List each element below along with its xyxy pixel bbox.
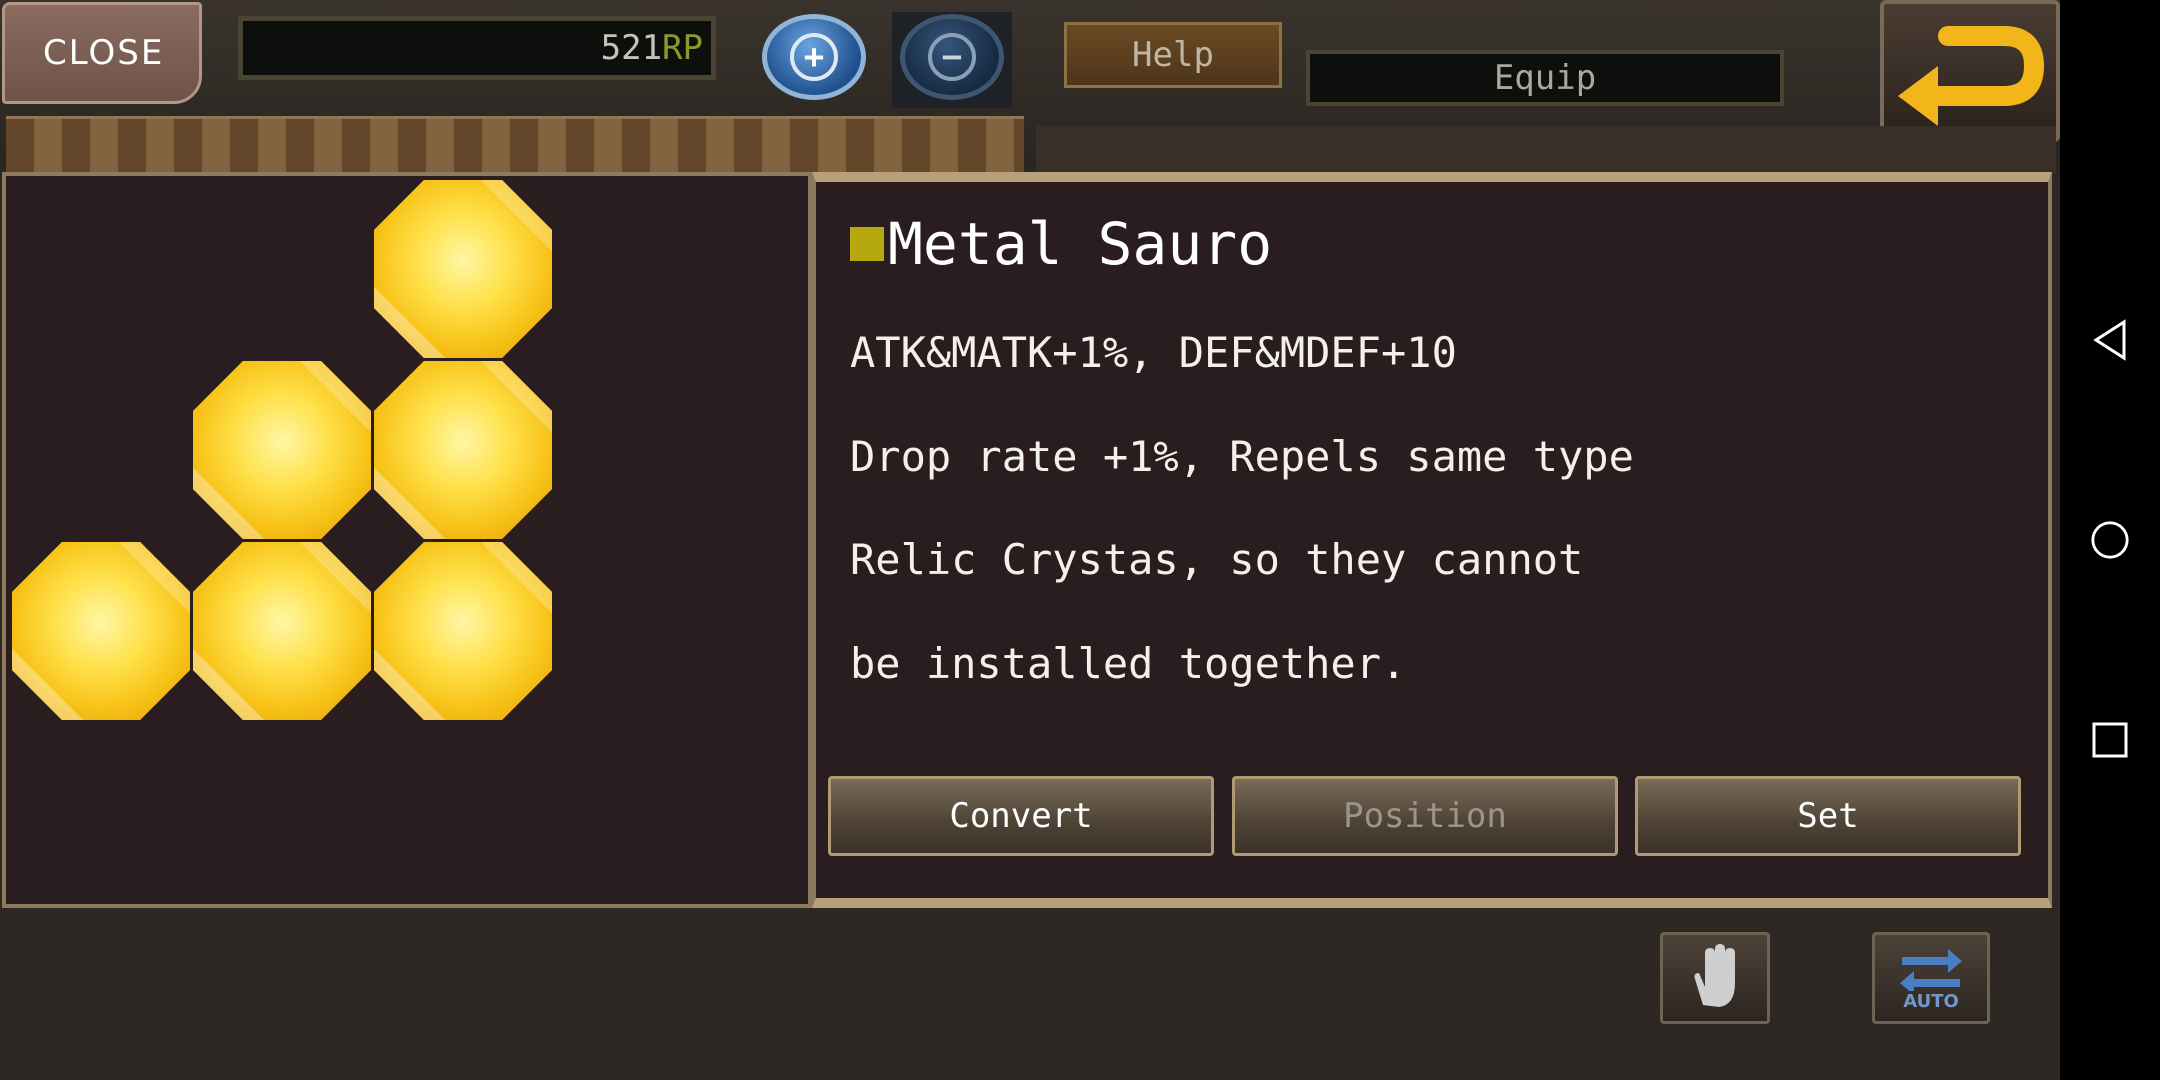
effect-line: be installed together. (850, 639, 1407, 688)
crystal-gem[interactable] (374, 361, 552, 539)
help-button[interactable]: Help (1064, 22, 1282, 88)
return-arrow-icon (1898, 26, 2045, 126)
crystal-gem[interactable] (193, 542, 371, 720)
zoom-in-icon: + (790, 33, 838, 81)
zoom-out-button[interactable]: − (900, 14, 1004, 100)
crystal-name: Metal Sauro (888, 210, 1273, 278)
back-nav-icon[interactable] (2090, 319, 2130, 361)
hand-button[interactable] (1660, 932, 1770, 1024)
rp-display: 521 RP (238, 16, 716, 80)
back-button[interactable] (1880, 0, 2060, 142)
crystal-gem[interactable] (374, 542, 552, 720)
zoom-out-icon: − (928, 33, 976, 81)
home-nav-icon[interactable] (2090, 520, 2130, 560)
auto-label: AUTO (1903, 990, 1959, 1012)
position-button[interactable]: Position (1232, 776, 1618, 856)
convert-button[interactable]: Convert (828, 776, 1214, 856)
effect-line: Relic Crystas, so they cannot (850, 535, 1584, 584)
effect-line: Drop rate +1%, Repels same type (850, 432, 1634, 481)
set-button[interactable]: Set (1635, 776, 2021, 856)
auto-button[interactable]: AUTO (1872, 932, 1990, 1024)
crystal-gem[interactable] (193, 361, 371, 539)
crystal-gem[interactable] (374, 180, 552, 358)
title-marker-icon (850, 226, 884, 261)
hand-icon (1694, 944, 1735, 1007)
effect-line: ATK&MATK+1%, DEF&MDEF+10 (850, 328, 1457, 377)
equip-slot-strip (1036, 126, 2056, 174)
swap-arrows-icon (1900, 948, 1962, 991)
recents-nav-icon[interactable] (2090, 720, 2130, 760)
close-button[interactable]: CLOSE (2, 2, 202, 104)
equip-tab[interactable]: Equip (1306, 50, 1784, 106)
crystal-title: Metal Sauro (850, 210, 1272, 278)
decorative-banner (6, 116, 1024, 175)
zoom-in-button[interactable]: + (762, 14, 866, 100)
rp-unit: RP (662, 28, 703, 68)
crystal-gem[interactable] (12, 542, 190, 720)
rp-value: 521 (600, 28, 663, 68)
